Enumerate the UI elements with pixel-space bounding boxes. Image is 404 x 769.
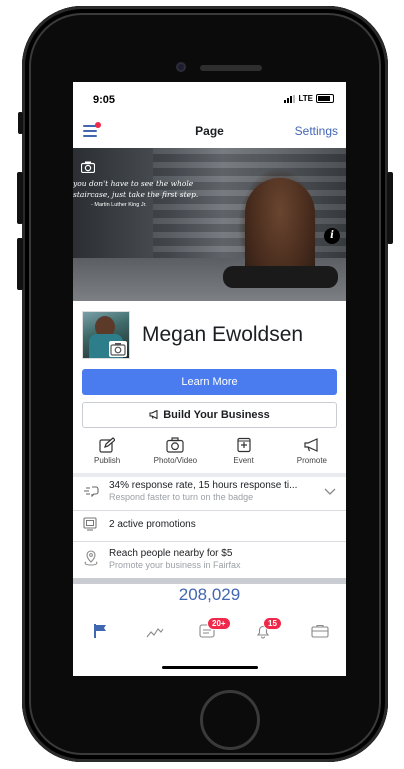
home-indicator: [162, 666, 258, 669]
volume-up-button[interactable]: [17, 172, 23, 224]
mute-switch[interactable]: [18, 112, 23, 134]
response-rate-text: 34% response rate, 15 hours response ti.…: [109, 480, 298, 491]
location-pin-icon: [84, 550, 98, 566]
earpiece-speaker: [200, 65, 262, 71]
briefcase-icon[interactable]: [311, 623, 329, 639]
home-button[interactable]: [200, 690, 260, 750]
profile-header: Megan Ewoldsen: [73, 301, 346, 363]
reach-people-hint: Promote your business in Fairfax: [109, 560, 241, 570]
nav-bar: Page Settings: [73, 116, 346, 148]
notifications-badge: 15: [263, 617, 282, 630]
app-screen: 9:05 LTE Page Settings you don't have to…: [73, 82, 346, 676]
megaphone-icon: [304, 438, 318, 452]
camera-icon: [166, 437, 184, 453]
front-camera: [176, 62, 186, 72]
info-icon[interactable]: i: [324, 228, 340, 244]
edit-icon: [99, 437, 116, 453]
flag-icon[interactable]: [93, 623, 109, 639]
response-icon: [84, 486, 99, 497]
photo-video-button[interactable]: Photo/Video: [141, 431, 209, 473]
page-name: Megan Ewoldsen: [142, 323, 304, 346]
learn-more-button[interactable]: Learn More: [82, 369, 337, 395]
notifications-tab[interactable]: 15: [255, 617, 282, 644]
reach-people-row[interactable]: Reach people nearby for $5 Promote your …: [73, 542, 346, 574]
messages-tab[interactable]: 20+: [199, 617, 231, 644]
volume-down-button[interactable]: [17, 238, 23, 290]
clock: 9:05: [93, 94, 116, 106]
signal-icon: [284, 94, 296, 103]
reach-people-text: Reach people nearby for $5: [109, 548, 233, 559]
section-divider: [73, 578, 346, 584]
build-business-button[interactable]: Build Your Business: [82, 402, 337, 428]
avatar-camera-icon[interactable]: [109, 341, 127, 357]
promotions-icon: [83, 517, 97, 531]
publish-button[interactable]: Publish: [73, 431, 141, 473]
response-rate-hint: Respond faster to turn on the badge: [109, 492, 254, 502]
active-promotions-text: 2 active promotions: [109, 519, 196, 530]
response-rate-row[interactable]: 34% response rate, 15 hours response ti.…: [73, 477, 346, 507]
messages-badge: 20+: [207, 617, 231, 630]
insights-icon[interactable]: [146, 623, 164, 639]
cover-photo[interactable]: you don't have to see the whole staircas…: [73, 148, 346, 301]
event-icon: [237, 437, 251, 453]
status-bar: 9:05 LTE: [73, 82, 346, 116]
power-button[interactable]: [387, 172, 393, 244]
event-button[interactable]: Event: [210, 431, 278, 473]
camera-icon[interactable]: [81, 161, 95, 173]
settings-link[interactable]: Settings: [295, 124, 338, 138]
megaphone-icon: [149, 409, 158, 420]
active-promotions-row[interactable]: 2 active promotions: [73, 511, 346, 537]
network-label: LTE: [298, 94, 313, 103]
promote-button[interactable]: Promote: [278, 431, 346, 473]
chevron-down-icon[interactable]: [324, 488, 336, 496]
stat-value: 208,029: [178, 585, 241, 604]
action-bar: Publish Photo/Video Event Promote: [73, 431, 346, 473]
cover-quote: you don't have to see the whole staircas…: [73, 179, 199, 208]
tab-bar: 20+ 15: [73, 617, 346, 647]
battery-icon: [316, 94, 334, 103]
